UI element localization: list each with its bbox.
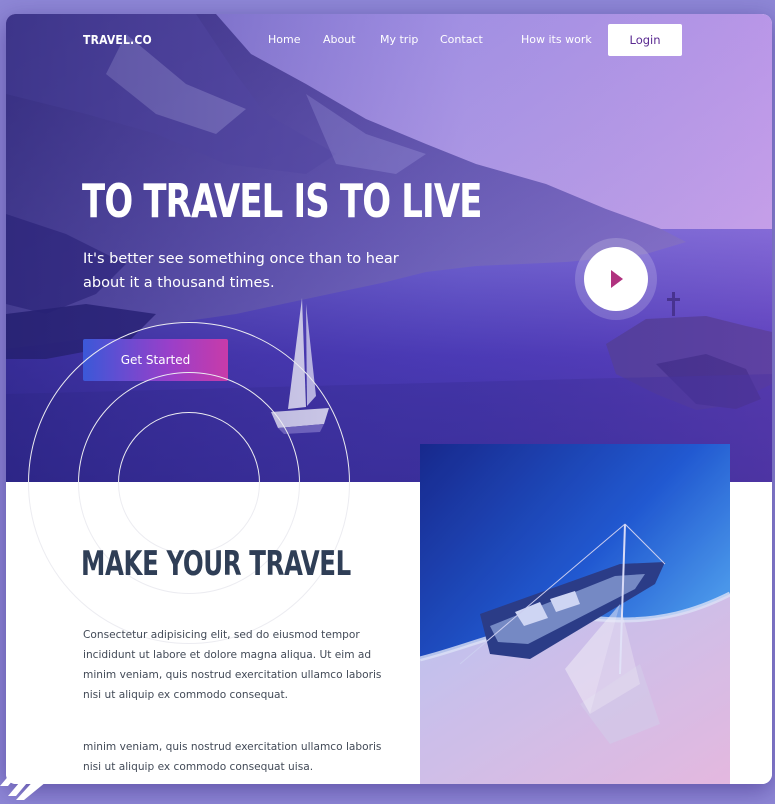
hero-subtitle: It's better see something once than to h…: [83, 251, 399, 291]
play-video-button[interactable]: [584, 247, 648, 311]
login-button[interactable]: Login: [608, 24, 682, 56]
stripes-logo-icon: [0, 752, 46, 800]
nav-link-how-its-work[interactable]: How its work: [521, 33, 592, 46]
decorative-circle: [118, 412, 260, 554]
nav-link-my-trip[interactable]: My trip: [380, 33, 418, 46]
boat-on-beach-image: [420, 444, 730, 784]
landing-page: TRAVEL.CO Home About My trip Contact How…: [6, 14, 772, 784]
hero-title: TO TRAVEL IS TO LIVE: [82, 174, 482, 228]
nav-link-contact[interactable]: Contact: [440, 33, 483, 46]
play-icon: [611, 270, 623, 288]
nav-link-about[interactable]: About: [323, 33, 356, 46]
brand-logo[interactable]: TRAVEL.CO: [83, 33, 152, 47]
section-paragraph: minim veniam, quis nostrud exercitation …: [83, 741, 382, 773]
nav-link-home[interactable]: Home: [268, 33, 300, 46]
section-title: MAKE YOUR TRAVEL: [81, 544, 351, 584]
section-paragraph: Consectetur adipisicing elit, sed do eiu…: [83, 629, 382, 701]
top-navigation: TRAVEL.CO Home About My trip Contact How…: [6, 14, 772, 70]
